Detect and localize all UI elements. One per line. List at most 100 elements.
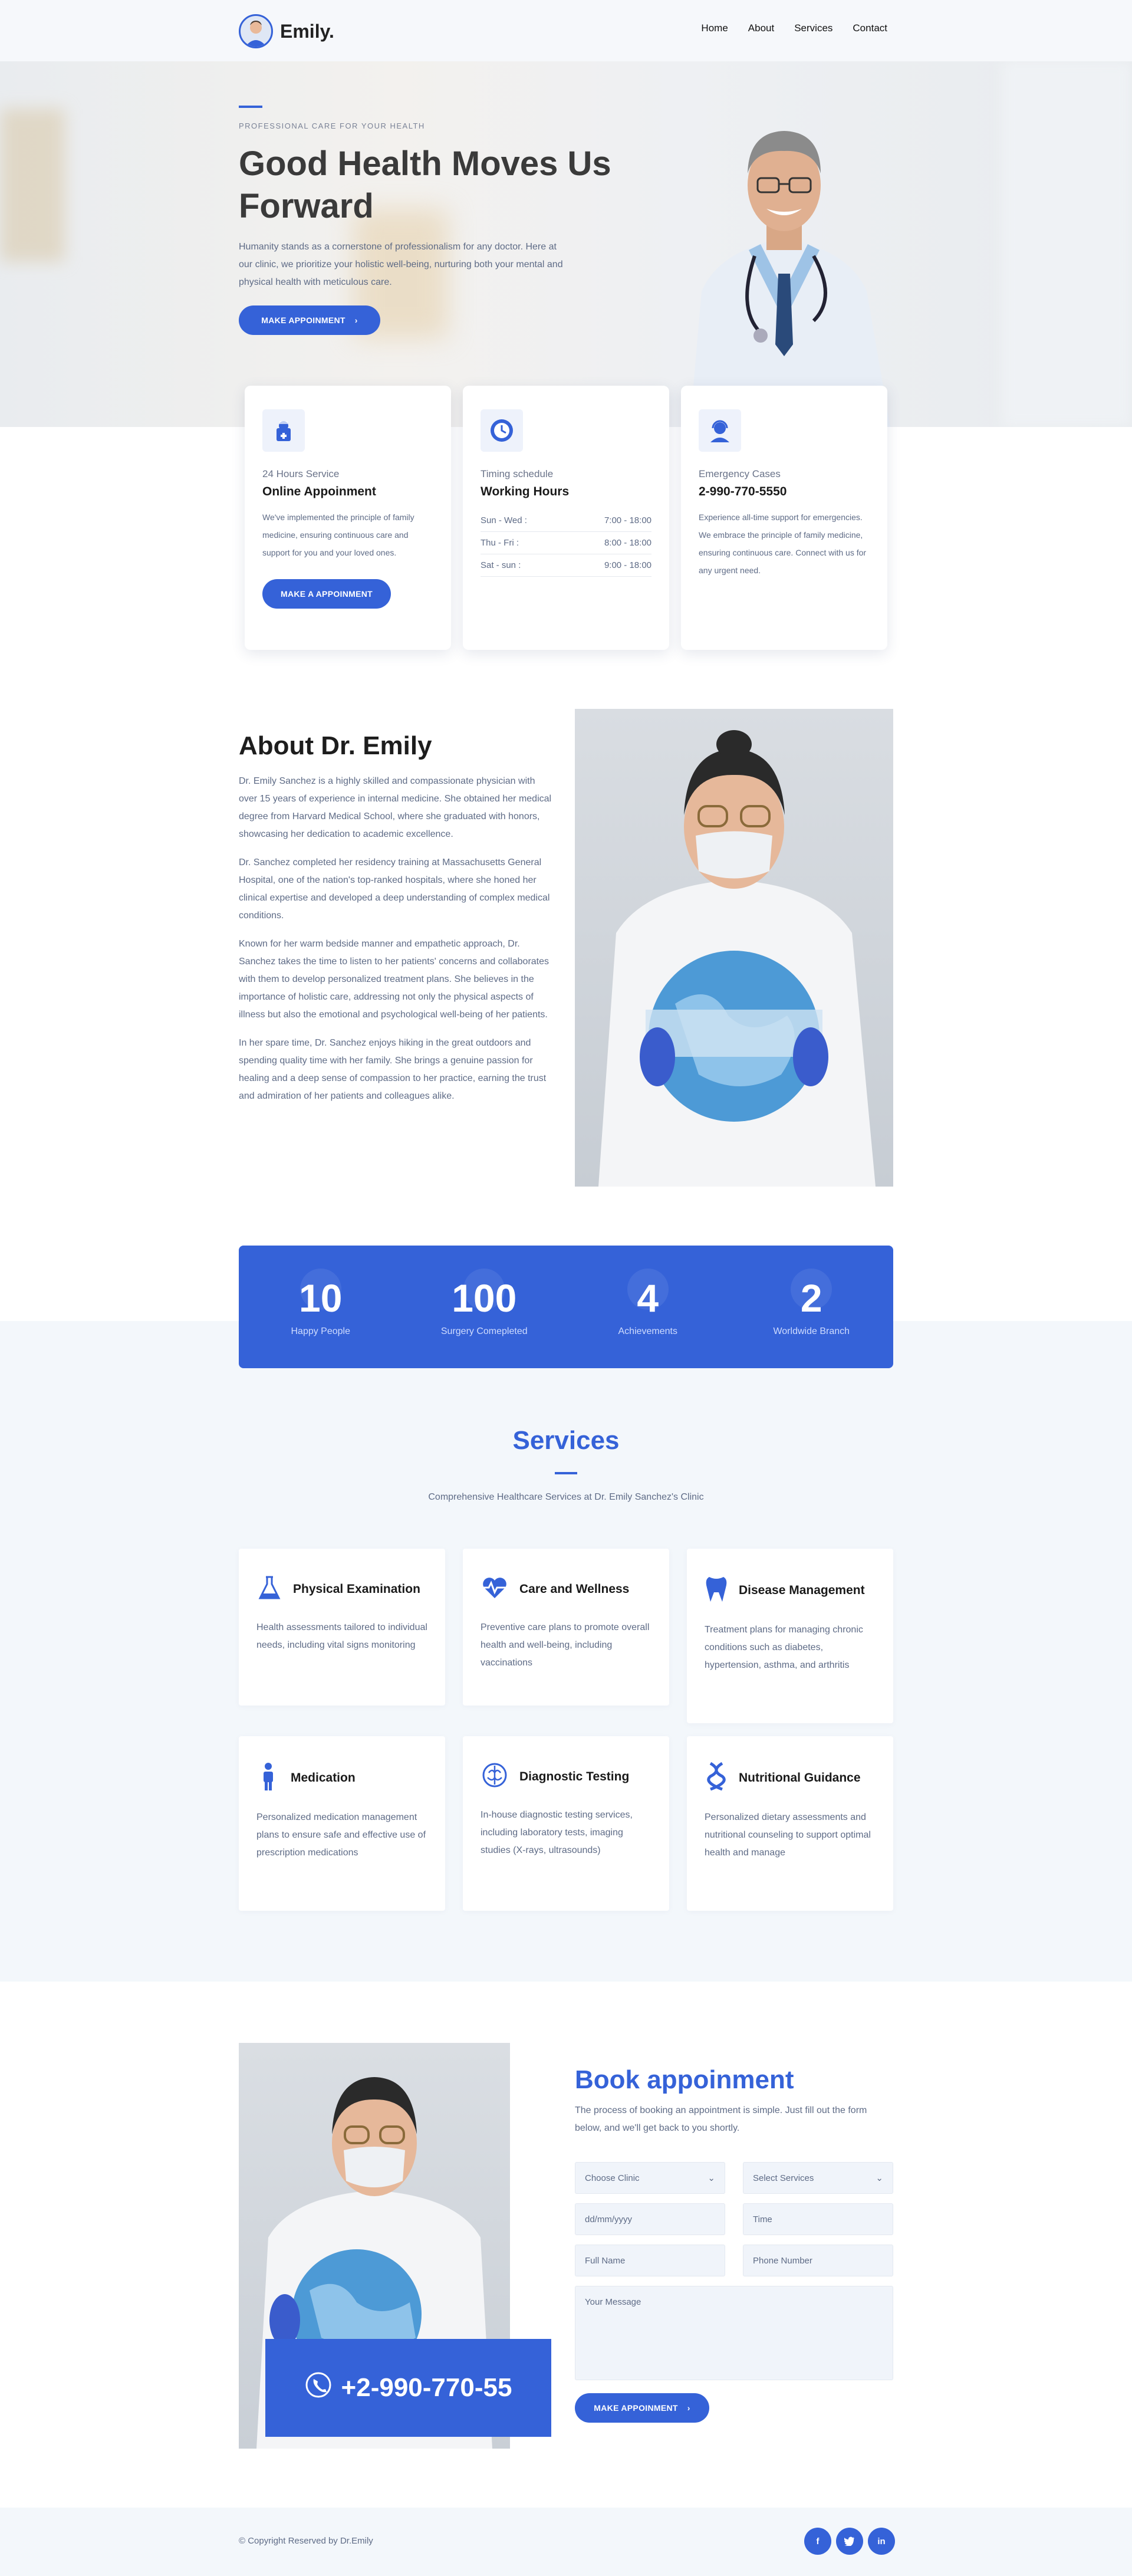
about-paragraph: Dr. Sanchez completed her residency trai…	[239, 857, 550, 921]
card-text: Experience all-time support for emergenc…	[699, 512, 867, 575]
stat-label: Worldwide Branch	[773, 1326, 850, 1336]
phone-icon	[305, 2371, 332, 2405]
hero-appointment-button[interactable]: MAKE APPOINMENT ›	[239, 305, 380, 335]
stat-item: 2 Worldwide Branch	[741, 1269, 882, 1337]
twitter-icon[interactable]	[836, 2528, 863, 2555]
phone-input[interactable]: Phone Number	[743, 2245, 893, 2276]
booking-text: The process of booking an appointment is…	[575, 2105, 867, 2133]
person-icon	[256, 1762, 280, 1793]
card-subtitle: 24 Hours Service	[262, 468, 340, 479]
hero-section: PROFESSIONAL CARE FOR YOUR HEALTH Good H…	[0, 61, 1132, 427]
stat-label: Happy People	[291, 1326, 350, 1336]
chevron-down-icon: ⌄	[708, 2173, 715, 2183]
linkedin-icon[interactable]: in	[868, 2528, 895, 2555]
logo-avatar	[239, 14, 273, 48]
card-subtitle: Timing schedule	[481, 468, 554, 479]
stat-label: Achievements	[618, 1326, 678, 1336]
emergency-card: Emergency Cases 2-990-770-5550 Experienc…	[681, 386, 887, 650]
dna-icon	[705, 1762, 728, 1793]
working-hours-card: Timing schedule Working Hours Sun - Wed …	[463, 386, 669, 650]
services-title: Services	[512, 1426, 620, 1455]
tooth-icon	[705, 1575, 728, 1606]
nav-contact[interactable]: Contact	[853, 22, 887, 34]
social-links: f in	[804, 2528, 895, 2555]
hero-eyebrow: PROFESSIONAL CARE FOR YOUR HEALTH	[239, 121, 425, 130]
service-text: Health assessments tailored to individua…	[256, 1622, 427, 1650]
service-name: Disease Management	[739, 1583, 865, 1597]
about-title: About Dr. Emily	[239, 731, 432, 760]
copyright: © Copyright Reserved by Dr.Emily	[239, 2536, 373, 2546]
card-subtitle: Emergency Cases	[699, 468, 781, 479]
online-appointment-card: 24 Hours Service Online Appoinment We've…	[245, 386, 451, 650]
doctor-globe-image	[575, 709, 893, 1187]
schedule-list: Sun - Wed :7:00 - 18:00 Thu - Fri :8:00 …	[481, 510, 651, 577]
date-input[interactable]: dd/mm/yyyy	[575, 2203, 725, 2235]
site-header: Emily. Home About Services Contact	[0, 0, 1132, 61]
services-subtitle: Comprehensive Healthcare Services at Dr.…	[428, 1492, 704, 1502]
chevron-right-icon: ›	[354, 316, 358, 325]
about-paragraph: Known for her warm bedside manner and em…	[239, 939, 549, 1020]
clinic-select[interactable]: Choose Clinic ⌄	[575, 2162, 725, 2194]
service-text: Personalized dietary assessments and nut…	[705, 1812, 871, 1858]
about-paragraph: Dr. Emily Sanchez is a highly skilled an…	[239, 776, 552, 839]
stat-label: Surgery Comepleted	[440, 1326, 528, 1336]
service-text: Preventive care plans to promote overall…	[481, 1622, 650, 1668]
heartbeat-icon	[481, 1575, 509, 1604]
headset-icon	[699, 409, 741, 452]
service-card: Disease Management Treatment plans for m…	[687, 1549, 893, 1723]
phone-banner[interactable]: +2-990-770-55	[265, 2339, 551, 2437]
doctor-image	[690, 131, 890, 427]
main-nav: Home About Services Contact	[701, 22, 887, 34]
booking-submit-button[interactable]: MAKE APPOINMENT ›	[575, 2393, 709, 2423]
phone-number: +2-990-770-55	[341, 2373, 512, 2402]
service-card: Diagnostic Testing In-house diagnostic t…	[463, 1736, 669, 1911]
logo[interactable]: Emily.	[239, 14, 334, 48]
schedule-row: Sun - Wed :7:00 - 18:00	[481, 510, 651, 532]
facebook-icon[interactable]: f	[804, 2528, 831, 2555]
card-text: We've implemented the principle of famil…	[262, 512, 414, 557]
clock-icon	[481, 409, 523, 452]
hero-title: Good Health Moves Us Forward	[239, 144, 611, 225]
site-footer	[0, 2508, 1132, 2576]
hero-text: Humanity stands as a cornerstone of prof…	[239, 242, 563, 287]
service-card: Nutritional Guidance Personalized dietar…	[687, 1736, 893, 1911]
nav-home[interactable]: Home	[701, 22, 728, 34]
schedule-row: Sat - sun :9:00 - 18:00	[481, 554, 651, 577]
card-appointment-button[interactable]: MAKE A APPOINMENT	[262, 579, 391, 609]
service-select[interactable]: Select Services ⌄	[743, 2162, 893, 2194]
message-textarea[interactable]: Your Message	[575, 2286, 893, 2380]
service-text: In-house diagnostic testing services, in…	[481, 1810, 633, 1855]
brain-icon	[481, 1762, 509, 1791]
stat-item: 100 Surgery Comepleted	[413, 1269, 555, 1337]
stat-item: 4 Achievements	[577, 1269, 719, 1337]
service-text: Personalized medication management plans…	[256, 1812, 426, 1858]
service-card: Care and Wellness Preventive care plans …	[463, 1549, 669, 1706]
time-input[interactable]: Time	[743, 2203, 893, 2235]
service-name: Diagnostic Testing	[519, 1769, 630, 1783]
service-name: Medication	[291, 1770, 356, 1785]
logo-text: Emily.	[280, 20, 334, 42]
about-text: Dr. Emily Sanchez is a highly skilled an…	[239, 773, 554, 1116]
card-title: Online Appoinment	[262, 485, 376, 498]
stats-bar: 10 Happy People 100 Surgery Comepleted 4…	[239, 1246, 893, 1368]
flask-icon	[256, 1575, 282, 1604]
services-accent-line	[555, 1472, 577, 1474]
about-paragraph: In her spare time, Dr. Sanchez enjoys hi…	[239, 1038, 547, 1101]
chevron-down-icon: ⌄	[876, 2173, 883, 2183]
name-input[interactable]: Full Name	[575, 2245, 725, 2276]
card-title: Working Hours	[481, 485, 570, 498]
nurse-icon	[262, 409, 305, 452]
service-name: Care and Wellness	[519, 1582, 630, 1596]
service-text: Treatment plans for managing chronic con…	[705, 1625, 863, 1670]
service-card: Physical Examination Health assessments …	[239, 1549, 445, 1706]
stat-item: 10 Happy People	[250, 1269, 391, 1337]
booking-title: Book appoinment	[575, 2065, 794, 2094]
chevron-right-icon: ›	[687, 2403, 690, 2413]
hero-accent-line	[239, 106, 262, 108]
nav-services[interactable]: Services	[794, 22, 832, 34]
service-name: Physical Examination	[293, 1582, 420, 1596]
emergency-phone[interactable]: 2-990-770-5550	[699, 485, 870, 499]
service-card: Medication Personalized medication manag…	[239, 1736, 445, 1911]
schedule-row: Thu - Fri :8:00 - 18:00	[481, 532, 651, 554]
nav-about[interactable]: About	[748, 22, 774, 34]
